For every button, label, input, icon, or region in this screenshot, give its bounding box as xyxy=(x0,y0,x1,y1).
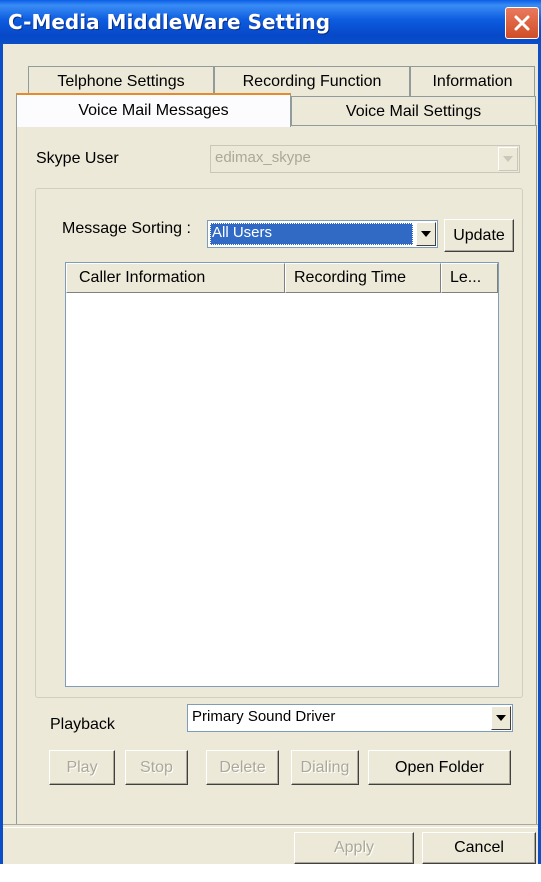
column-caller-information[interactable]: Caller Information xyxy=(66,263,285,293)
tab-label: Recording Function xyxy=(242,72,382,90)
dialog-window: C-Media MiddleWare Setting Telphone Sett… xyxy=(0,0,541,864)
update-button[interactable]: Update xyxy=(444,219,514,252)
messages-list[interactable]: Caller Information Recording Time Le... xyxy=(65,262,499,687)
apply-button[interactable]: Apply xyxy=(294,832,414,864)
dialing-button[interactable]: Dialing xyxy=(291,750,359,785)
skype-user-select[interactable]: edimax_skype xyxy=(210,145,520,173)
message-sorting-label: Message Sorting : xyxy=(62,220,191,237)
message-sorting-select[interactable]: All Users xyxy=(207,220,438,248)
tab-recording-function[interactable]: Recording Function xyxy=(214,66,410,96)
chevron-down-icon[interactable] xyxy=(491,706,511,730)
window-frame-left xyxy=(0,44,3,864)
skype-user-value: edimax_skype xyxy=(215,149,311,166)
stop-button[interactable]: Stop xyxy=(125,750,188,785)
tab-telphone-settings[interactable]: Telphone Settings xyxy=(28,66,214,96)
delete-button[interactable]: Delete xyxy=(206,750,279,785)
tab-voice-mail-messages[interactable]: Voice Mail Messages xyxy=(16,93,291,127)
tab-label: Voice Mail Settings xyxy=(345,102,482,120)
column-length[interactable]: Le... xyxy=(441,263,498,293)
window-title: C-Media MiddleWare Setting xyxy=(8,10,331,34)
playback-select[interactable]: Primary Sound Driver xyxy=(187,704,513,732)
play-button[interactable]: Play xyxy=(49,750,115,785)
tab-voice-mail-settings[interactable]: Voice Mail Settings xyxy=(291,96,536,126)
chevron-down-icon[interactable] xyxy=(416,222,436,246)
message-sorting-value: All Users xyxy=(212,224,273,241)
tab-label: Voice Mail Messages xyxy=(78,102,229,119)
column-recording-time[interactable]: Recording Time xyxy=(285,263,441,293)
tab-label: Information xyxy=(432,72,513,90)
skype-user-label: Skype User xyxy=(36,150,119,167)
playback-value: Primary Sound Driver xyxy=(192,708,336,725)
title-bar[interactable]: C-Media MiddleWare Setting xyxy=(0,0,541,44)
open-folder-button[interactable]: Open Folder xyxy=(368,750,511,785)
close-button[interactable] xyxy=(505,7,539,39)
footer-separator xyxy=(3,824,538,828)
chevron-down-icon[interactable] xyxy=(498,147,518,171)
tab-label: Telphone Settings xyxy=(57,72,185,90)
playback-label: Playback xyxy=(50,716,115,733)
tab-information[interactable]: Information xyxy=(410,66,535,96)
cancel-button[interactable]: Cancel xyxy=(422,832,536,864)
close-icon xyxy=(514,15,530,31)
